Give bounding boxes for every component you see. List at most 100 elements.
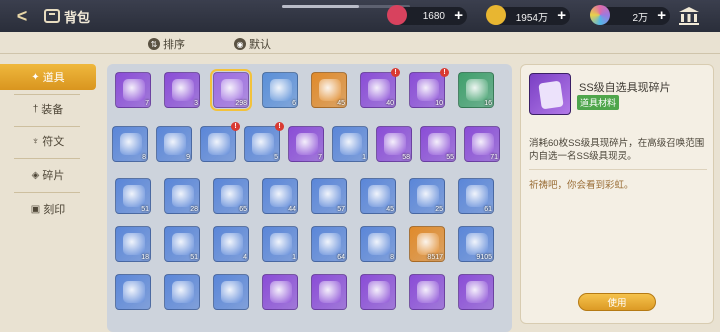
title-group: 背包	[44, 7, 90, 26]
ticket-add-button[interactable]: +	[454, 8, 463, 24]
inventory-item[interactable]: 57	[311, 178, 347, 214]
item-art-icon	[417, 185, 439, 207]
tab-equipment[interactable]: † 装备	[0, 96, 96, 122]
crystal-add-button[interactable]: +	[657, 8, 666, 24]
gold-add-button[interactable]: +	[557, 8, 566, 24]
inventory-item[interactable]: 5	[244, 126, 280, 162]
tab-equipment-label: 装备	[41, 104, 64, 116]
inventory-item[interactable]: 55	[420, 126, 456, 162]
inventory-item[interactable]: 18	[115, 226, 151, 262]
item-art-icon	[208, 133, 230, 155]
item-art-icon	[252, 133, 274, 155]
inventory-item[interactable]: 7	[115, 72, 151, 108]
inventory-item[interactable]: 8	[112, 126, 148, 162]
inventory-item[interactable]: 44	[262, 178, 298, 214]
item-art-icon	[123, 281, 145, 303]
inventory-item[interactable]: 51	[164, 226, 200, 262]
item-quantity: 71	[490, 154, 498, 161]
item-art-icon	[466, 185, 488, 207]
item-quantity: 9105	[476, 254, 492, 261]
inventory-item[interactable]: 7	[288, 126, 324, 162]
item-type-tag: 道具材料	[577, 95, 620, 110]
item-quantity: 51	[141, 206, 149, 213]
items-icon: ✦	[31, 71, 40, 83]
inventory-item[interactable]: 9105	[458, 226, 494, 262]
item-quantity: 58	[402, 154, 410, 161]
item-quantity: 51	[190, 254, 198, 261]
use-button[interactable]: 使用	[578, 293, 656, 311]
fragment-card-icon	[538, 80, 564, 110]
item-art-icon	[384, 133, 406, 155]
inventory-item[interactable]: 3	[164, 72, 200, 108]
inventory-item[interactable]: 45	[311, 72, 347, 108]
inventory-item[interactable]: 10	[409, 72, 445, 108]
bank-icon[interactable]	[678, 6, 700, 26]
engraving-icon: ▣	[30, 203, 41, 215]
item-art-icon	[428, 133, 450, 155]
item-quantity: 40	[386, 100, 394, 107]
inventory-item[interactable]: 58	[376, 126, 412, 162]
item-quantity: 298	[235, 100, 247, 107]
item-quantity: 55	[446, 154, 454, 161]
sort-order-button[interactable]: ⇅ 排序	[148, 36, 185, 52]
inventory-item[interactable]: 40	[360, 72, 396, 108]
inventory-item[interactable]: 8	[360, 226, 396, 262]
tab-fragments[interactable]: ◈ 碎片	[0, 162, 96, 188]
item-quantity: 45	[337, 100, 345, 107]
item-quantity: 10	[435, 100, 443, 107]
gold-resource: 1954万 +	[486, 5, 570, 25]
inventory-item[interactable]: 1	[262, 226, 298, 262]
item-quantity: 61	[484, 206, 492, 213]
inventory-item[interactable]: 298	[210, 69, 252, 111]
sword-icon: †	[32, 103, 39, 115]
item-art-icon	[221, 185, 243, 207]
item-quantity: 1	[362, 154, 366, 161]
inventory-item[interactable]: 8517	[409, 226, 445, 262]
gold-coin-icon	[486, 5, 506, 25]
tab-runes[interactable]: ♆ 符文	[0, 128, 96, 154]
inventory-item[interactable]: 61	[458, 178, 494, 214]
tab-divider	[14, 192, 80, 193]
inventory-item[interactable]	[115, 274, 151, 310]
inventory-item[interactable]	[213, 274, 249, 310]
inventory-item[interactable]: 9	[156, 126, 192, 162]
item-art-icon	[319, 79, 341, 101]
tab-engraving[interactable]: ▣ 刻印	[0, 196, 96, 222]
inventory-item[interactable]: 65	[213, 178, 249, 214]
tab-divider	[14, 94, 80, 95]
item-art-icon	[466, 233, 488, 255]
inventory-item[interactable]: 71	[464, 126, 500, 162]
sort-default-button[interactable]: ◉ 默认	[234, 36, 271, 52]
inventory-item[interactable]	[360, 274, 396, 310]
inventory-item[interactable]: 1	[332, 126, 368, 162]
item-art-icon	[221, 233, 243, 255]
item-art-icon	[270, 79, 292, 101]
inventory-item[interactable]: 6	[262, 72, 298, 108]
item-art-icon	[472, 133, 494, 155]
inventory-item[interactable]	[458, 274, 494, 310]
tab-fragments-label: 碎片	[42, 170, 65, 182]
item-art-icon	[120, 133, 142, 155]
item-quantity: 16	[484, 100, 492, 107]
inventory-item[interactable]: 25	[409, 178, 445, 214]
item-art-icon	[172, 79, 194, 101]
ticket-icon	[387, 5, 407, 25]
item-art-icon	[368, 185, 390, 207]
inventory-item[interactable]	[409, 274, 445, 310]
item-quantity: 8	[390, 254, 394, 261]
rune-icon: ♆	[31, 135, 40, 147]
inventory-item[interactable]: 51	[115, 178, 151, 214]
inventory-item[interactable]: 4	[213, 226, 249, 262]
inventory-item[interactable]: 28	[164, 178, 200, 214]
inventory-item[interactable]	[311, 274, 347, 310]
tab-items[interactable]: ✦ 道具	[0, 64, 96, 90]
inventory-item[interactable]: 64	[311, 226, 347, 262]
item-art-icon	[172, 185, 194, 207]
item-quantity: 57	[337, 206, 345, 213]
inventory-item[interactable]	[164, 274, 200, 310]
inventory-item[interactable]	[262, 274, 298, 310]
inventory-item[interactable]: 45	[360, 178, 396, 214]
inventory-item[interactable]	[200, 126, 236, 162]
inventory-item[interactable]: 16	[458, 72, 494, 108]
back-button[interactable]: <	[0, 0, 44, 32]
